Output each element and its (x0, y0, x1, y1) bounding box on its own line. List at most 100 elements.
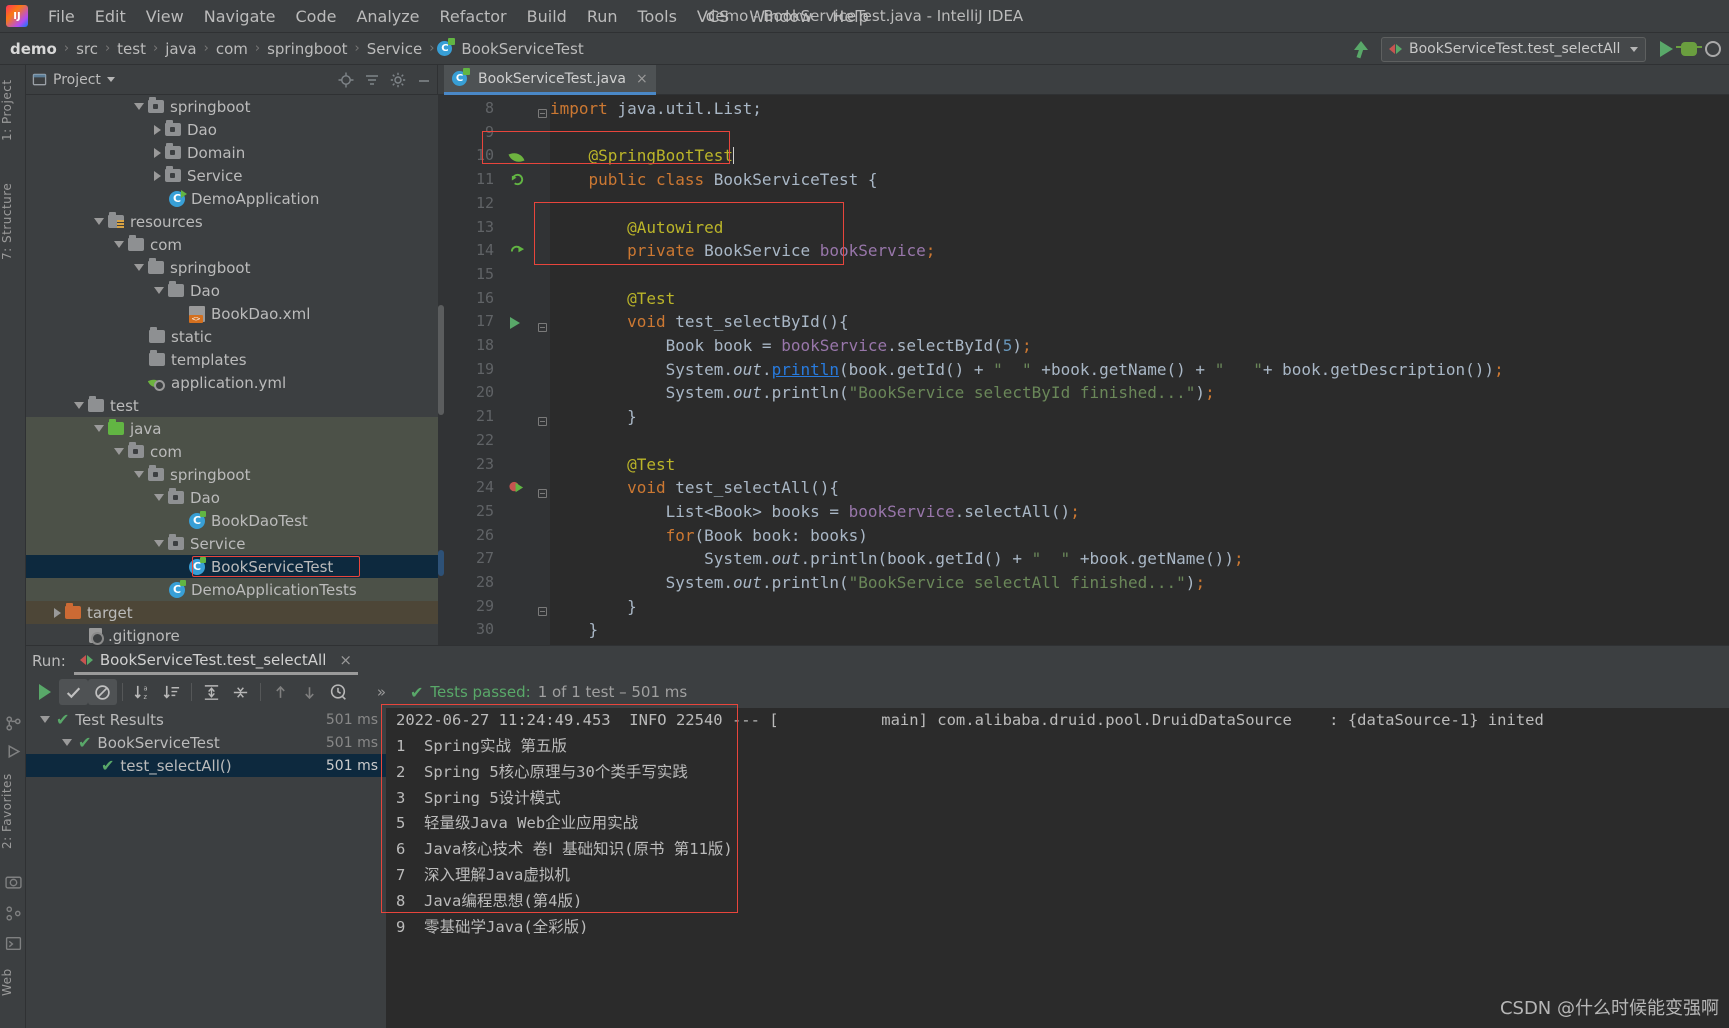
tree-item-service[interactable]: Service (26, 532, 438, 555)
test-results-tree[interactable]: ✔Test Results501 ms✔BookServiceTest501 m… (26, 708, 386, 1028)
tree-item-demoapplicationtests[interactable]: DemoApplicationTests (26, 578, 438, 601)
menu-window[interactable]: Window (739, 4, 822, 29)
show-ignored-icon[interactable] (88, 679, 117, 705)
collapse-all-icon[interactable] (364, 72, 380, 88)
breadcrumb-src[interactable]: src (72, 39, 102, 59)
tree-item-dao[interactable]: Dao (26, 279, 438, 302)
more-icon[interactable] (1705, 41, 1721, 57)
fold-region-icon[interactable] (538, 601, 547, 620)
chevron-right-icon[interactable] (154, 125, 161, 135)
tree-item-application-yml[interactable]: application.yml (26, 371, 438, 394)
hammer-icon[interactable] (1347, 38, 1373, 60)
run-configuration-selector[interactable]: BookServiceTest.test_selectAll (1381, 37, 1646, 62)
menu-tools[interactable]: Tools (628, 4, 687, 29)
git-branch-icon[interactable] (5, 715, 22, 732)
sort-by-duration-icon[interactable] (157, 679, 186, 705)
editor-marker-scrollbar[interactable] (438, 305, 444, 415)
chevron-down-icon[interactable] (74, 402, 84, 409)
collapse-all-icon[interactable] (226, 679, 255, 705)
chevron-down-icon[interactable] (114, 448, 124, 455)
editor-fold-column[interactable] (536, 95, 550, 645)
chevron-down-icon[interactable] (134, 103, 144, 110)
tree-item-springboot[interactable]: springboot (26, 463, 438, 486)
structure-tool-icon[interactable] (5, 905, 22, 922)
test-tree-item-test-results[interactable]: ✔Test Results501 ms (26, 708, 386, 731)
camera-icon[interactable] (5, 873, 22, 890)
menu-analyze[interactable]: Analyze (346, 4, 429, 29)
chevron-down-icon[interactable] (107, 77, 115, 82)
chevron-right-icon[interactable] (154, 171, 161, 181)
run-icon[interactable] (1660, 41, 1673, 57)
rail-structure-label[interactable]: 7: Structure (0, 175, 26, 267)
more-icon[interactable]: » (367, 679, 396, 705)
tree-item-test[interactable]: test (26, 394, 438, 417)
chevron-down-icon[interactable] (114, 241, 124, 248)
expand-all-icon[interactable] (197, 679, 226, 705)
breadcrumb-bookservicetest[interactable]: BookServiceTest (457, 39, 587, 59)
chevron-down-icon[interactable] (62, 739, 72, 746)
close-icon[interactable]: × (339, 651, 352, 669)
chevron-down-icon[interactable] (154, 540, 164, 547)
chevron-right-icon[interactable] (54, 608, 61, 618)
fold-region-icon[interactable] (538, 103, 547, 122)
run-panel-tab[interactable]: BookServiceTest.test_selectAll × (80, 651, 352, 671)
chevron-right-icon[interactable] (154, 148, 161, 158)
chevron-down-icon[interactable] (154, 287, 164, 294)
spring-leaf-gutter-icon[interactable] (510, 148, 523, 167)
tree-item-resources[interactable]: resources (26, 210, 438, 233)
menu-code[interactable]: Code (286, 4, 347, 29)
spring-bean-gutter-icon[interactable] (510, 243, 525, 262)
run-tool-icon[interactable] (5, 743, 22, 760)
run-test-gutter-icon[interactable] (510, 314, 520, 333)
tree-item-domain[interactable]: Domain (26, 141, 438, 164)
breadcrumb-com[interactable]: com (212, 39, 252, 59)
rail-favorites-label[interactable]: 2: Favorites (0, 765, 26, 857)
rerun-icon[interactable] (30, 679, 59, 705)
rail-web-label[interactable]: Web (0, 960, 26, 1004)
next-occurrence-icon[interactable] (295, 679, 324, 705)
tree-item-bookdaotest[interactable]: BookDaoTest (26, 509, 438, 532)
tree-item-demoapplication[interactable]: DemoApplication (26, 187, 438, 210)
breadcrumb-demo[interactable]: demo (6, 39, 61, 59)
menu-vcs[interactable]: VCS (687, 4, 739, 29)
chevron-down-icon[interactable] (94, 218, 104, 225)
tree-item--gitignore[interactable]: .gitignore (26, 624, 438, 645)
fold-region-icon[interactable] (538, 483, 547, 502)
tree-item-dao[interactable]: Dao (26, 486, 438, 509)
chevron-down-icon[interactable] (40, 716, 50, 723)
tree-item-springboot[interactable]: springboot (26, 95, 438, 118)
code-editor[interactable]: import java.util.List; @SpringBootTest p… (438, 95, 1729, 645)
tree-item-java[interactable]: java (26, 417, 438, 440)
minimize-icon[interactable] (416, 72, 432, 88)
menu-edit[interactable]: Edit (85, 4, 136, 29)
editor-marker-highlight[interactable] (438, 550, 444, 576)
run-test-result-gutter-icon[interactable] (508, 480, 525, 499)
breadcrumb-springboot[interactable]: springboot (263, 39, 351, 59)
menu-help[interactable]: Help (822, 4, 878, 29)
test-tree-item-test-selectall-[interactable]: ✔test_selectAll()501 ms (26, 754, 386, 777)
menu-refactor[interactable]: Refactor (430, 4, 517, 29)
breadcrumb-service[interactable]: Service (363, 39, 426, 59)
menu-file[interactable]: File (38, 4, 85, 29)
sort-alphabetically-icon[interactable]: az (128, 679, 157, 705)
target-icon[interactable] (338, 72, 354, 88)
chevron-down-icon[interactable] (94, 425, 104, 432)
rail-project-label[interactable]: 1: Project (0, 73, 26, 147)
prev-occurrence-icon[interactable] (266, 679, 295, 705)
tree-item-bookdao-xml[interactable]: BookDao.xml (26, 302, 438, 325)
breadcrumb-java[interactable]: java (161, 39, 200, 59)
tree-item-dao[interactable]: Dao (26, 118, 438, 141)
editor-tab-bookservicetest[interactable]: BookServiceTest.java × (444, 65, 656, 95)
debug-icon[interactable] (1681, 42, 1697, 56)
menu-build[interactable]: Build (517, 4, 577, 29)
show-passed-icon[interactable] (59, 679, 88, 705)
project-tree[interactable]: springbootDaoDomainServiceDemoApplicatio… (26, 95, 438, 645)
tree-item-service[interactable]: Service (26, 164, 438, 187)
implemented-method-gutter-icon[interactable] (510, 172, 525, 191)
chevron-down-icon[interactable] (154, 494, 164, 501)
menu-view[interactable]: View (136, 4, 194, 29)
menu-run[interactable]: Run (577, 4, 628, 29)
fold-region-icon[interactable] (538, 317, 547, 336)
fold-region-icon[interactable] (538, 411, 547, 430)
history-icon[interactable] (324, 679, 353, 705)
